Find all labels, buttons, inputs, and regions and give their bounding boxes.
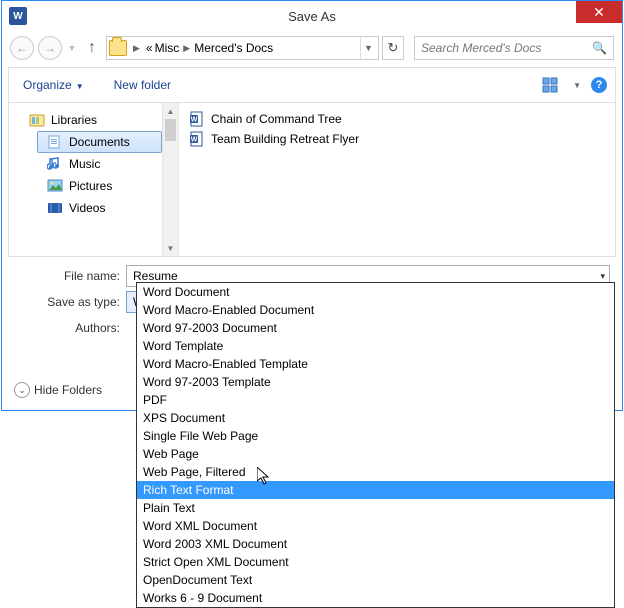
type-option[interactable]: Strict Open XML Document: [137, 553, 614, 571]
file-item[interactable]: W Team Building Retreat Flyer: [189, 129, 615, 149]
type-option[interactable]: Web Page, Filtered: [137, 463, 614, 481]
type-option[interactable]: Rich Text Format: [137, 481, 614, 499]
arrow-left-icon: ←: [16, 41, 28, 55]
type-option[interactable]: Works 6 - 9 Document: [137, 589, 614, 607]
breadcrumb-item[interactable]: Misc: [155, 41, 180, 55]
nav-back-button[interactable]: ←: [10, 36, 34, 60]
type-option[interactable]: Word Macro-Enabled Template: [137, 355, 614, 373]
sidebar-item-music[interactable]: Music: [9, 153, 178, 175]
mouse-cursor: [257, 467, 273, 487]
sidebar-item-label: Music: [69, 157, 100, 171]
chevron-right-icon: ▶: [181, 43, 192, 54]
view-icon: [542, 77, 558, 93]
organize-menu[interactable]: Organize▼: [23, 78, 84, 92]
view-dropdown[interactable]: ▼: [573, 81, 581, 90]
nav-history-dropdown[interactable]: ▼: [66, 43, 78, 53]
chevron-down-icon: ▼: [76, 82, 84, 91]
scrollbar-thumb[interactable]: [165, 119, 176, 141]
refresh-button[interactable]: ↻: [382, 36, 404, 60]
scroll-up-icon[interactable]: ▲: [163, 103, 178, 119]
type-option[interactable]: Word Document: [137, 283, 614, 301]
word-doc-icon: W: [189, 131, 205, 147]
title-bar: W Save As ✕: [2, 1, 622, 31]
sidebar-scrollbar[interactable]: ▲ ▼: [162, 103, 178, 256]
sidebar-item-documents[interactable]: Documents: [37, 131, 162, 153]
file-list[interactable]: W Chain of Command Tree W Team Building Ret…: [179, 103, 615, 256]
arrow-right-icon: →: [44, 41, 56, 55]
hide-folders-button[interactable]: ⌄ Hide Folders: [14, 382, 102, 398]
type-option[interactable]: Word XML Document: [137, 517, 614, 535]
search-icon: 🔍: [592, 41, 607, 55]
close-icon: ✕: [593, 4, 605, 21]
type-option[interactable]: Word 2003 XML Document: [137, 535, 614, 553]
sidebar-item-label: Documents: [69, 135, 130, 149]
file-browser-body: Libraries Documents Music Pictures Videos ▲…: [8, 103, 616, 257]
type-option[interactable]: Web Page: [137, 445, 614, 463]
libraries-icon: [29, 112, 45, 128]
type-option[interactable]: PDF: [137, 391, 614, 409]
sidebar-item-label: Pictures: [69, 179, 112, 193]
breadcrumb-overflow[interactable]: «: [146, 41, 153, 55]
pictures-icon: [47, 178, 63, 194]
type-option[interactable]: Word 97-2003 Document: [137, 319, 614, 337]
search-placeholder: Search Merced's Docs: [421, 41, 541, 55]
save-type-label: Save as type:: [14, 295, 126, 309]
folder-icon: [109, 40, 127, 56]
file-name: Team Building Retreat Flyer: [211, 132, 359, 146]
arrow-up-icon: ↑: [88, 39, 96, 57]
save-type-options-list[interactable]: Word DocumentWord Macro-Enabled Document…: [136, 282, 615, 608]
chevron-right-icon: ▶: [131, 43, 142, 54]
address-bar[interactable]: ▶ « Misc ▶ Merced's Docs ▼: [106, 36, 379, 60]
type-option[interactable]: Word Template: [137, 337, 614, 355]
sidebar-item-label: Videos: [69, 201, 105, 215]
sidebar-item-videos[interactable]: Videos: [9, 197, 178, 219]
svg-text:W: W: [191, 117, 198, 124]
word-app-icon: W: [9, 7, 27, 25]
save-as-dialog: W Save As ✕ ← → ▼ ↑ ▶ « Misc ▶ Merced's …: [1, 0, 623, 411]
type-option[interactable]: Plain Text: [137, 499, 614, 517]
scroll-down-icon[interactable]: ▼: [163, 240, 178, 256]
dialog-title: Save As: [2, 9, 622, 24]
videos-icon: [47, 200, 63, 216]
sidebar: Libraries Documents Music Pictures Videos ▲…: [9, 103, 179, 256]
breadcrumb[interactable]: « Misc ▶ Merced's Docs: [146, 41, 356, 55]
help-button[interactable]: ?: [591, 77, 607, 93]
nav-bar: ← → ▼ ↑ ▶ « Misc ▶ Merced's Docs ▼ ↻ Sea…: [2, 31, 622, 65]
sidebar-libraries[interactable]: Libraries: [9, 109, 178, 131]
word-doc-icon: W: [189, 111, 205, 127]
nav-up-button[interactable]: ↑: [82, 38, 102, 58]
sidebar-item-pictures[interactable]: Pictures: [9, 175, 178, 197]
close-button[interactable]: ✕: [576, 1, 622, 23]
sidebar-label: Libraries: [51, 113, 97, 127]
music-icon: [47, 156, 63, 172]
chevron-down-icon: ⌄: [14, 382, 30, 398]
type-option[interactable]: Word 97-2003 Template: [137, 373, 614, 391]
file-name-label: File name:: [14, 269, 126, 283]
breadcrumb-item[interactable]: Merced's Docs: [194, 41, 273, 55]
nav-forward-button[interactable]: →: [38, 36, 62, 60]
type-option[interactable]: Word Macro-Enabled Document: [137, 301, 614, 319]
type-option[interactable]: OpenDocument Text: [137, 571, 614, 589]
documents-icon: [47, 134, 63, 150]
chevron-down-icon[interactable]: ▾: [600, 271, 605, 282]
type-option[interactable]: XPS Document: [137, 409, 614, 427]
authors-label: Authors:: [14, 321, 126, 335]
view-options-button[interactable]: [541, 76, 559, 94]
type-option[interactable]: Single File Web Page: [137, 427, 614, 445]
refresh-icon: ↻: [388, 40, 399, 56]
svg-text:W: W: [191, 137, 198, 144]
file-name: Chain of Command Tree: [211, 112, 342, 126]
file-item[interactable]: W Chain of Command Tree: [189, 109, 615, 129]
search-input[interactable]: Search Merced's Docs 🔍: [414, 36, 614, 60]
toolbar: Organize▼ New folder ▼ ?: [8, 67, 616, 103]
address-dropdown[interactable]: ▼: [360, 37, 376, 59]
new-folder-button[interactable]: New folder: [114, 78, 171, 92]
